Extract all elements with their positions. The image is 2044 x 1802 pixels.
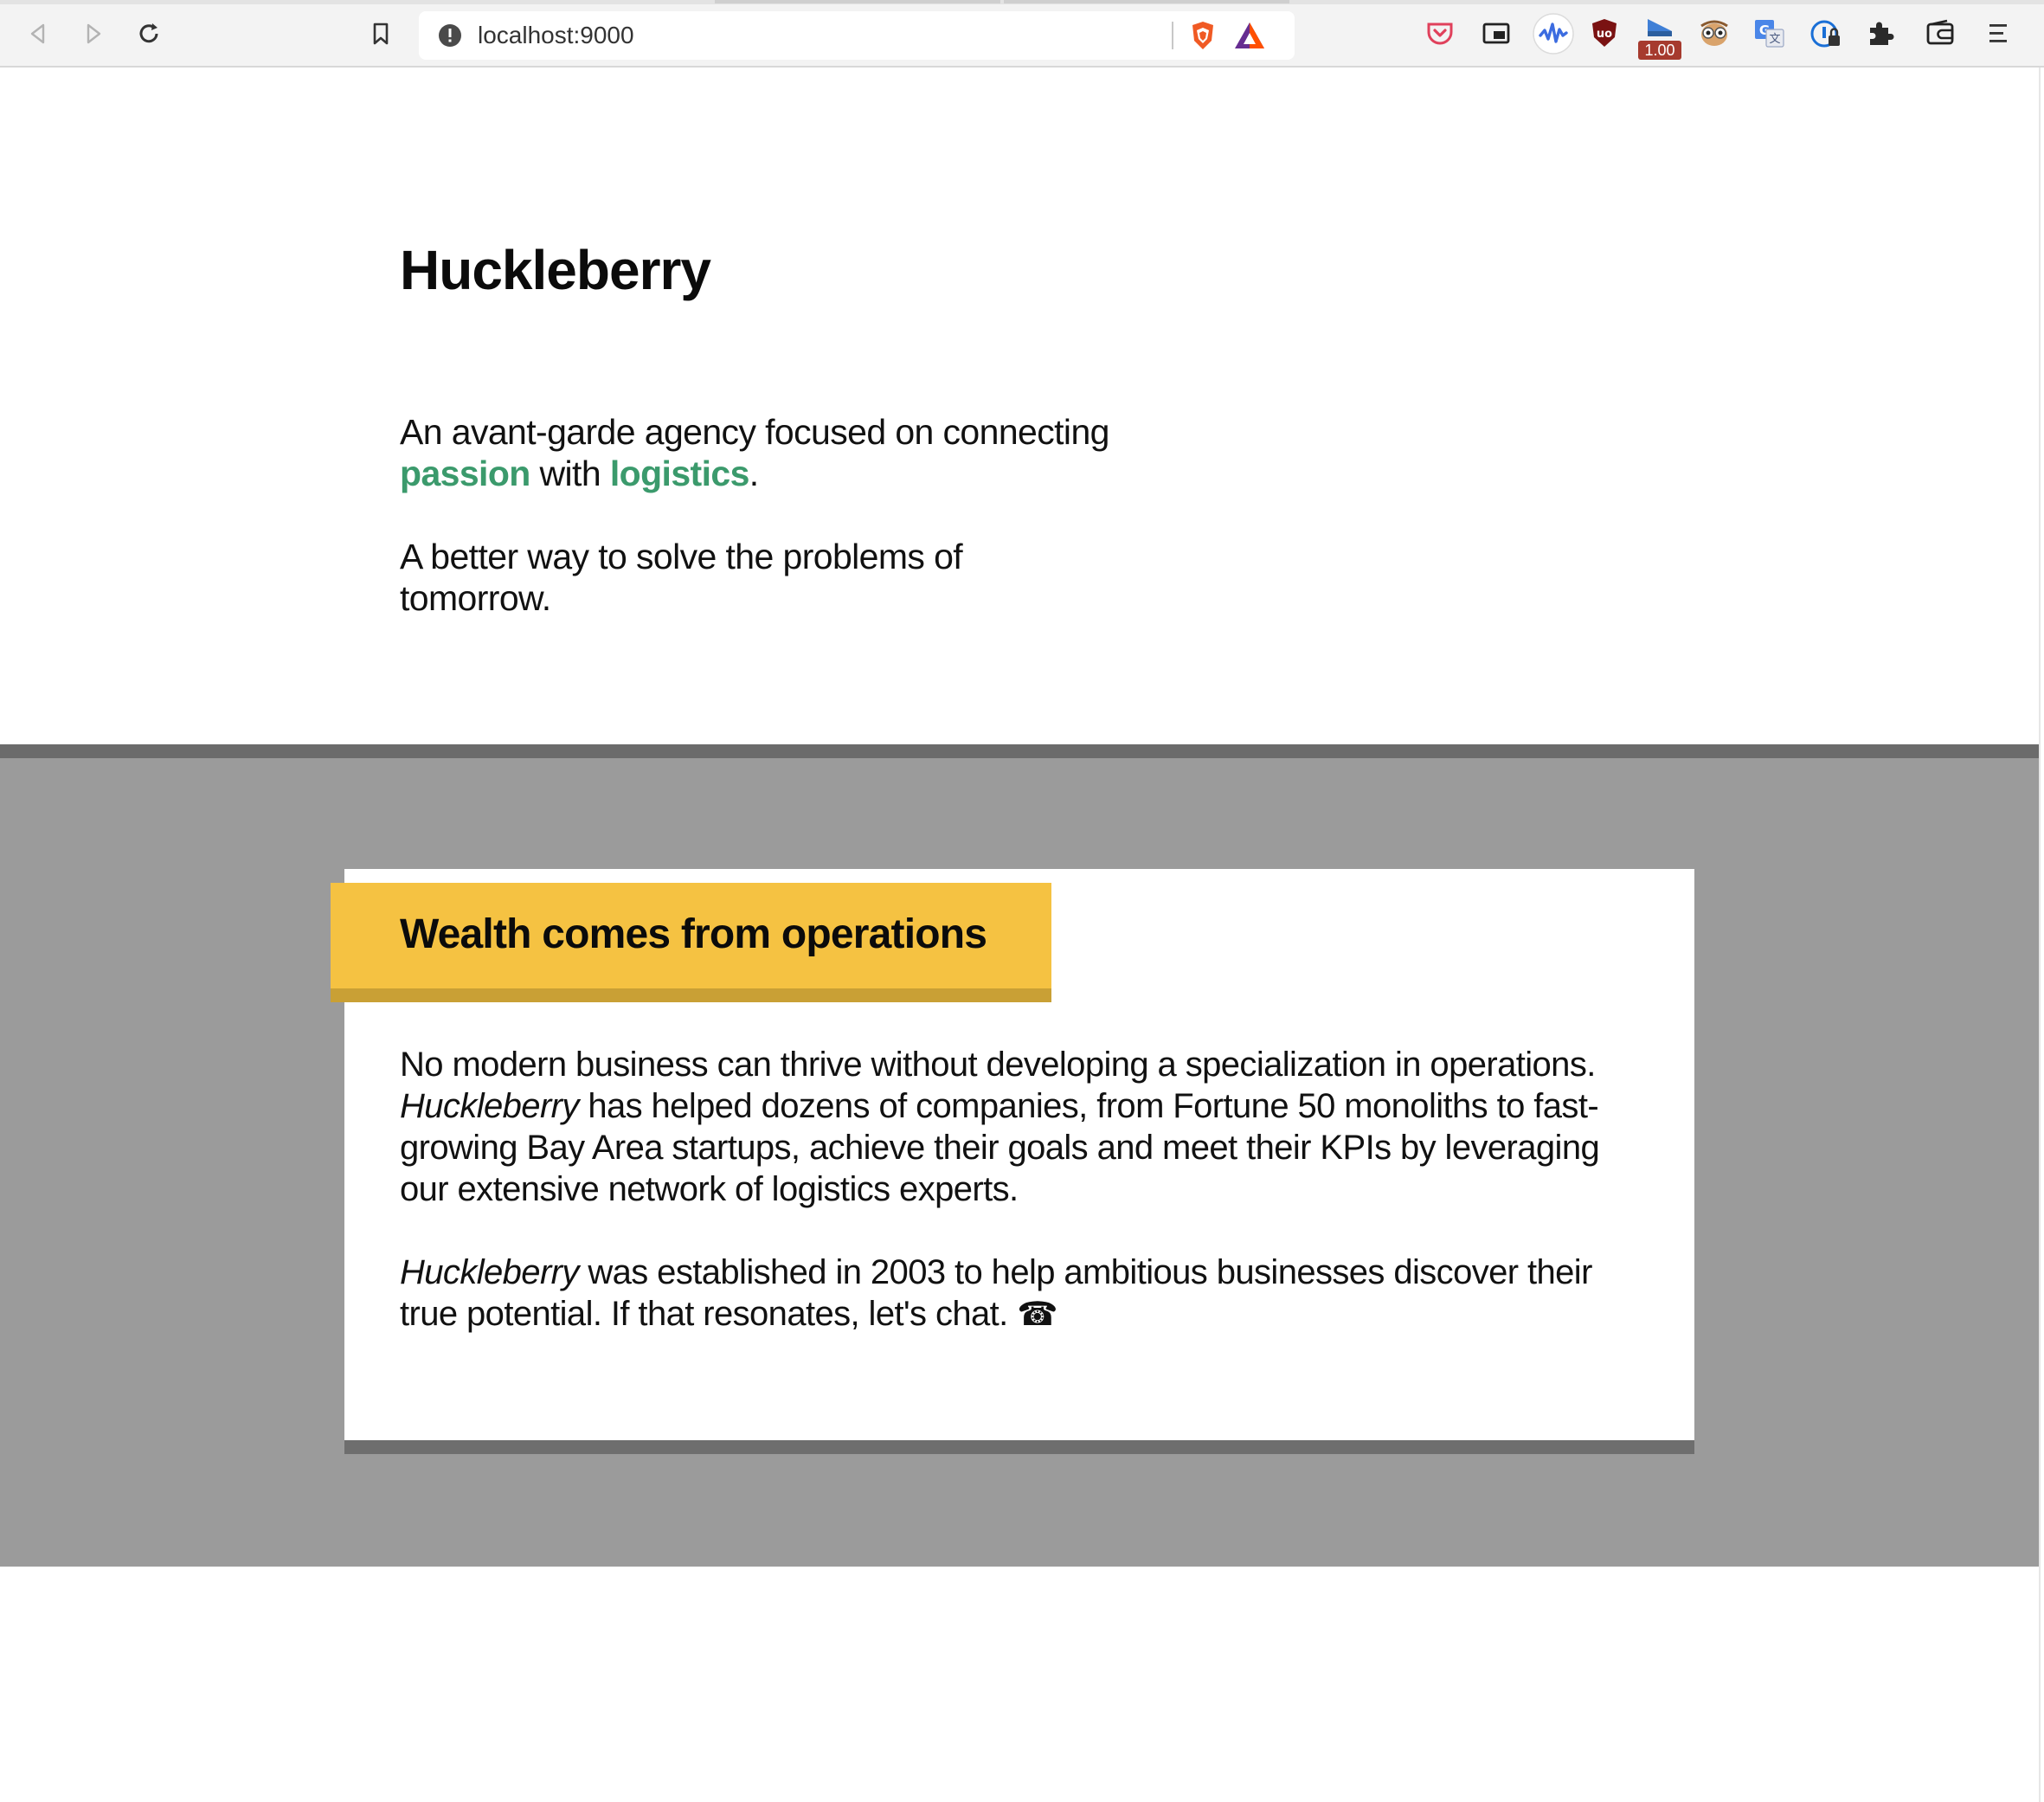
svg-text:文: 文 xyxy=(1769,33,1780,46)
address-bar-divider xyxy=(1172,22,1173,49)
pocket-icon xyxy=(1427,23,1453,45)
card-body: No modern business can thrive without de… xyxy=(400,1044,1629,1376)
menu-icon xyxy=(1989,24,2007,42)
brave-shields-icon[interactable] xyxy=(1187,20,1218,51)
forward-button[interactable] xyxy=(76,16,111,51)
bookmark-button[interactable] xyxy=(363,16,398,51)
hero-section xyxy=(0,69,2039,744)
paragraph-2-rest: was established in 2003 to help ambitiou… xyxy=(400,1253,1592,1333)
hero-subtitle: A better way to solve the problems of to… xyxy=(400,537,963,618)
playback-speed-badge: 1.00 xyxy=(1638,41,1681,60)
forward-icon xyxy=(87,23,101,44)
owl-extension-button[interactable] xyxy=(1698,17,1732,52)
ublock-icon: uo xyxy=(1592,19,1617,47)
address-bar[interactable]: localhost:9000 xyxy=(419,11,1295,60)
reload-icon xyxy=(139,23,158,43)
card-paragraph-2: Huckleberry was established in 2003 to h… xyxy=(400,1252,1629,1335)
audio-wave-icon xyxy=(1533,13,1574,55)
page-title: Huckleberry xyxy=(400,239,711,301)
menu-button[interactable] xyxy=(1985,17,2020,52)
wallet-icon xyxy=(1926,19,1954,45)
password-manager-icon xyxy=(1810,20,1840,48)
tagline-middle: with xyxy=(539,454,601,493)
extensions-button[interactable] xyxy=(1865,17,1899,52)
site-info-icon[interactable] xyxy=(437,23,463,48)
reload-button[interactable] xyxy=(132,16,166,51)
pocket-button[interactable] xyxy=(1424,17,1459,52)
translate-button[interactable]: G文 xyxy=(1753,17,1788,52)
browser-toolbar: localhost:9000 uo 1.00 G文 xyxy=(0,0,2044,68)
extensions-puzzle-icon xyxy=(1870,22,1894,45)
picture-in-picture-icon xyxy=(1482,23,1510,44)
paragraph-1-lead: No modern business can thrive without de… xyxy=(400,1046,1596,1084)
wallet-button[interactable] xyxy=(1925,17,1959,52)
audio-wave-button[interactable] xyxy=(1532,12,1575,55)
tagline-suffix: . xyxy=(749,454,759,493)
url-text[interactable]: localhost:9000 xyxy=(478,22,634,49)
card-paragraph-1: No modern business can thrive without de… xyxy=(400,1044,1629,1210)
owl-extension-icon xyxy=(1700,20,1728,46)
brand-name: Huckleberry xyxy=(400,1087,579,1125)
phone-icon: ☎ xyxy=(1017,1295,1057,1333)
scrollbar-track[interactable] xyxy=(2039,68,2044,1802)
back-icon xyxy=(30,23,45,44)
svg-text:uo: uo xyxy=(1597,28,1612,41)
paragraph-1-rest: has helped dozens of companies, from For… xyxy=(400,1087,1600,1208)
tagline-accent-logistics: logistics xyxy=(609,454,750,493)
password-manager-button[interactable] xyxy=(1809,17,1844,52)
picture-in-picture-button[interactable] xyxy=(1481,17,1515,52)
back-button[interactable] xyxy=(21,16,55,51)
bookmark-icon xyxy=(373,23,389,45)
translate-icon: G文 xyxy=(1755,20,1784,48)
tagline-accent-passion: passion xyxy=(400,454,530,493)
bat-rewards-icon[interactable] xyxy=(1232,20,1267,51)
playback-speed-icon xyxy=(1648,19,1672,36)
card-heading: Wealth comes from operations xyxy=(400,911,987,957)
card-heading-banner: Wealth comes from operations xyxy=(331,883,1051,1002)
hero-tagline: An avant-garde agency focused on connect… xyxy=(400,411,1144,494)
brand-name: Huckleberry xyxy=(400,1253,579,1291)
ublock-button[interactable]: uo xyxy=(1589,17,1623,52)
tab-strip-edge xyxy=(0,0,2044,4)
tagline-prefix: An avant-garde agency focused on connect… xyxy=(400,412,1109,452)
